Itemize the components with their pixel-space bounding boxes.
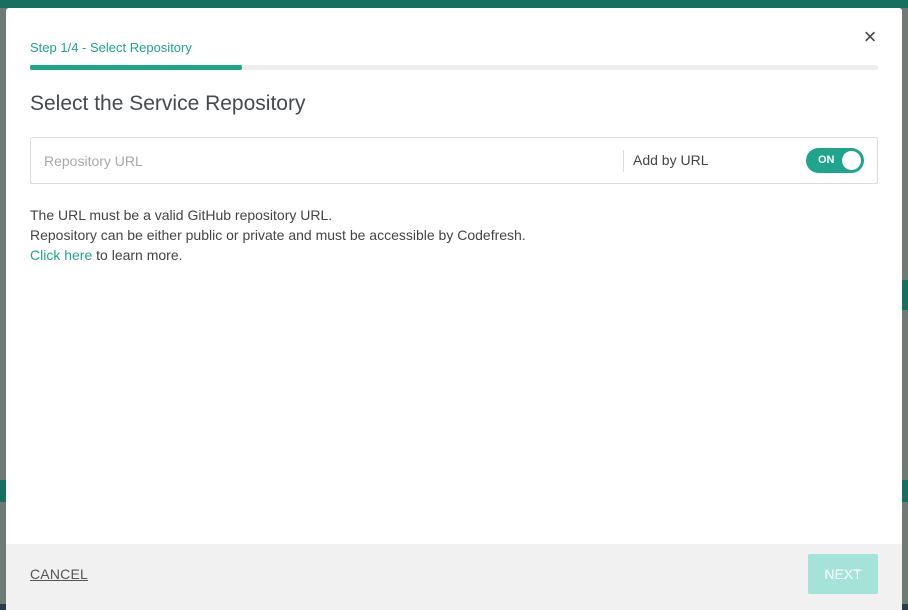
close-icon[interactable]: ×: [860, 26, 880, 48]
help-line-3: Click here to learn more.: [30, 245, 526, 265]
toggle-knob: [842, 151, 861, 170]
modal-footer: CANCEL NEXT: [6, 544, 902, 610]
cancel-button[interactable]: CANCEL: [30, 566, 88, 582]
background-fragment: [902, 280, 908, 310]
background-topbar: [0, 0, 908, 8]
toggle-state-label: ON: [818, 154, 835, 166]
step-label: Step 1/4 - Select Repository: [30, 40, 192, 55]
repository-url-input[interactable]: [31, 138, 621, 183]
progress-fill: [30, 65, 242, 70]
next-button[interactable]: NEXT: [808, 554, 878, 594]
progress-bar: [30, 65, 878, 70]
help-text: The URL must be a valid GitHub repositor…: [30, 205, 526, 265]
add-service-modal: × Step 1/4 - Select Repository Select th…: [6, 8, 902, 610]
learn-more-suffix: to learn more.: [92, 247, 183, 263]
repository-url-group: Add by URL ON: [30, 137, 878, 184]
learn-more-link[interactable]: Click here: [30, 247, 92, 263]
help-line-2: Repository can be either public or priva…: [30, 227, 526, 243]
background-fragment: [902, 480, 908, 502]
add-by-url-label: Add by URL: [633, 152, 709, 168]
add-by-url-toggle[interactable]: ON: [806, 148, 864, 173]
modal-title: Select the Service Repository: [30, 92, 306, 115]
help-line-1: The URL must be a valid GitHub repositor…: [30, 207, 333, 223]
divider: [623, 150, 624, 172]
